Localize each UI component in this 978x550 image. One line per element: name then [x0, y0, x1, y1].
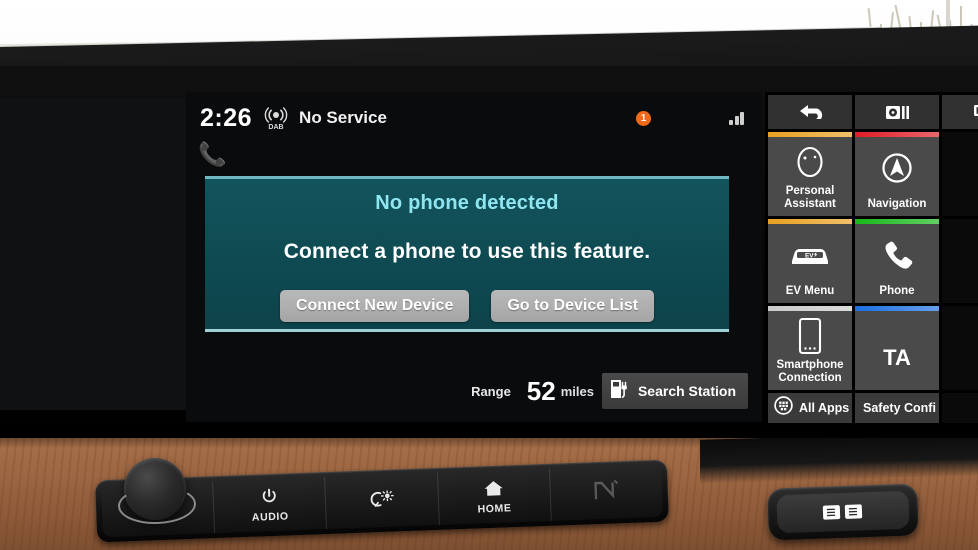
tile-label: Navigation [867, 198, 927, 211]
rear-defrost-icon [822, 504, 863, 520]
power-icon [261, 487, 279, 510]
range-bar: Range 52 miles Search Station [186, 373, 762, 409]
dialog-button-row: Connect New Device Go to Device List [279, 290, 655, 322]
signal-bars-icon [729, 111, 744, 125]
media-disc-icon [886, 106, 909, 119]
tile-blank [942, 306, 978, 390]
bottom-button-blank [942, 393, 978, 423]
go-to-device-list-button[interactable]: Go to Device List [491, 290, 655, 322]
phone-handset-icon [880, 219, 914, 285]
display-off-icon [974, 105, 978, 119]
ev-car-icon: EV [789, 219, 831, 285]
nfc-logo-icon [591, 477, 622, 509]
tile-blank [942, 219, 978, 303]
smartphone-icon [797, 306, 823, 359]
dab-radio-icon: DAB [263, 105, 289, 131]
tile-grid: Personal Assistant Navigation EV EV Menu Phon… [765, 129, 978, 390]
tile-accent-bar [768, 306, 852, 311]
tile-accent-bar [768, 132, 852, 137]
tile-ev-menu[interactable]: EV EV Menu [768, 219, 852, 303]
back-arrow-icon [800, 105, 823, 119]
back-button[interactable] [768, 95, 852, 129]
home-icon [483, 479, 504, 502]
search-station-button[interactable]: Search Station [601, 373, 748, 409]
top-icon-row [765, 92, 978, 129]
tile-label: Smartphone Connection [774, 359, 845, 385]
notification-badge[interactable]: 1 [636, 110, 651, 126]
physical-key-home[interactable]: HOME [437, 468, 552, 525]
tile-label: Phone [879, 285, 915, 298]
bottom-button-safety-confi[interactable]: Safety Confi [855, 393, 939, 423]
tile-label-line2: Assistant [784, 198, 836, 211]
bottom-button-row: All Apps Safety Confi [765, 390, 978, 423]
right-tile-panel: Personal Assistant Navigation EV EV Menu Phon… [765, 92, 978, 423]
display-off-button[interactable] [942, 95, 978, 129]
search-station-label: Search Station [637, 383, 736, 399]
connect-new-device-button[interactable]: Connect New Device [279, 290, 470, 322]
brightness-icon [369, 489, 396, 513]
screen-left-blank-area [0, 98, 186, 410]
charging-station-icon [610, 378, 629, 404]
physical-key-audio[interactable]: AUDIO [213, 477, 328, 534]
tile-label: Personal Assistant [782, 185, 838, 211]
status-bar: 2:26 DAB No Service 1 [186, 92, 762, 144]
tile-accent-bar [768, 219, 852, 224]
tile-label: TA [883, 345, 911, 371]
tile-phone[interactable]: Phone [855, 219, 939, 303]
tile-ta[interactable]: TA [855, 306, 939, 390]
dialog-message: Connect a phone to use this feature. [283, 240, 651, 263]
bottom-button-all-apps[interactable]: All Apps [768, 393, 852, 423]
infotainment-scene: 2:26 DAB No Service 1 📞 No phone detecte… [0, 0, 978, 550]
physical-key-nfc-logo[interactable] [550, 465, 663, 521]
main-display: 2:26 DAB No Service 1 📞 No phone detecte… [186, 92, 762, 422]
rear-defrost-button[interactable] [767, 483, 919, 541]
dialog-title: No phone detected [375, 192, 559, 214]
tile-blank [942, 132, 978, 216]
media-button[interactable] [855, 95, 939, 129]
carrier-label: No Service [299, 108, 387, 127]
tile-label: EV Menu [785, 285, 835, 298]
tile-smartphone[interactable]: Smartphone Connection [768, 306, 852, 390]
range-unit: miles [560, 383, 594, 399]
physical-key-label: HOME [477, 501, 512, 515]
svg-text:EV: EV [805, 252, 814, 259]
navigation-compass-icon [879, 132, 915, 198]
bottom-button-label: All Apps [799, 401, 850, 415]
tile-accent-bar [855, 132, 939, 137]
grid-apps-icon [774, 396, 793, 420]
bottom-button-label: Safety Confi [863, 401, 936, 415]
physical-key-label: AUDIO [251, 509, 289, 524]
range-label: Range [471, 383, 511, 399]
tile-label-line2: Connection [778, 372, 842, 385]
console-dark-panel [700, 432, 978, 484]
no-phone-dialog: No phone detected Connect a phone to use… [205, 176, 729, 332]
clock: 2:26 [200, 103, 253, 132]
tile-personal[interactable]: Personal Assistant [768, 132, 852, 216]
physical-key-brightness[interactable] [325, 472, 440, 530]
rear-defrost-face [776, 490, 910, 534]
tile-navigation[interactable]: Navigation [855, 132, 939, 216]
tile-accent-bar [855, 306, 939, 311]
sub-status-bar: 📞 [186, 138, 762, 172]
range-value: 52 [526, 375, 556, 406]
face-outline-icon [793, 132, 827, 185]
tile-accent-bar [855, 219, 939, 224]
tile-label-line1: Personal [785, 185, 835, 198]
phone-handset-status-icon: 📞 [198, 141, 227, 167]
tile-label-line1: Smartphone [776, 359, 844, 372]
svg-text:DAB: DAB [268, 124, 283, 131]
